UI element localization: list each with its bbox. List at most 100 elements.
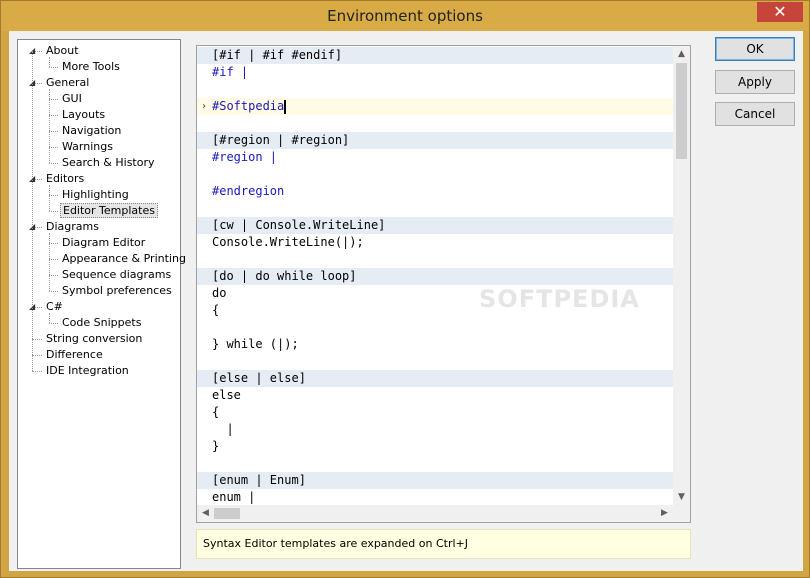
tree-item[interactable]: Symbol preferences [60,283,174,299]
tree-item[interactable]: Highlighting [60,187,131,203]
tree-item-label: Layouts [62,108,106,121]
tree-item[interactable]: IDE Integration [44,363,131,379]
code-line[interactable]: else [197,387,673,404]
tree-connector [49,211,58,212]
tree-item-label: IDE Integration [46,364,129,377]
environment-options-window: Environment options ✕ ◢ About More Tools ◢ G… [0,0,810,578]
code-line[interactable]: #if | [197,64,673,81]
code-line[interactable]: } while (|); [197,336,673,353]
vertical-scroll-thumb[interactable] [676,63,687,159]
code-line[interactable]: #region | [197,149,673,166]
ok-button[interactable]: OK [715,37,795,61]
code-text: [enum | Enum] [212,473,306,487]
template-header-line[interactable]: [cw | Console.WriteLine] [197,217,673,234]
tree-connector [49,163,58,164]
tree-expand-icon[interactable]: ◢ [29,43,38,59]
code-text: #if | [212,65,249,79]
tree-item-label: Navigation [62,124,122,137]
tree-item[interactable]: String conversion [44,331,144,347]
scroll-right-icon[interactable]: ▶ [656,505,673,522]
tree-expand-icon[interactable]: ◢ [29,75,38,91]
tree-item[interactable]: Editors [44,171,86,187]
tree-item[interactable]: Warnings [60,139,115,155]
tree-item-label: More Tools [62,60,120,73]
code-line[interactable]: { [197,404,673,421]
tree-item[interactable]: Navigation [60,123,123,139]
template-header-line[interactable]: [#if | #if #endif] [197,47,673,64]
tree-item-label: About [46,44,79,57]
tree-item-label: Appearance & Printing [62,252,186,265]
horizontal-scroll-thumb[interactable] [214,508,240,519]
template-header-line[interactable]: [else | else] [197,370,673,387]
tree-connector [32,371,42,372]
tree-item[interactable]: Code Snippets [60,315,143,331]
code-line[interactable] [197,251,673,268]
tree-item[interactable]: Appearance & Printing [60,251,188,267]
tree-item[interactable]: C# [44,299,65,315]
tree-expand-icon[interactable]: ◢ [29,299,38,315]
code-text: Console.WriteLine(|); [212,235,364,249]
tree-item-label: Diagram Editor [62,236,146,249]
tree-item[interactable]: Search & History [60,155,157,171]
code-line[interactable] [197,200,673,217]
tree-expand-icon[interactable]: ◢ [29,171,38,187]
apply-button[interactable]: Apply [715,70,795,94]
code-text: [cw | Console.WriteLine] [212,218,386,232]
tree-item-label: Editors [46,172,85,185]
scroll-left-icon[interactable]: ◀ [197,505,214,522]
tree-item[interactable]: Sequence diagrams [60,267,173,283]
template-editor[interactable]: [#if | #if #endif] #if | #Softpedia › [#regi… [196,45,691,523]
scroll-corner [673,505,690,522]
scroll-up-icon[interactable]: ▲ [673,46,690,63]
code-text: | [212,422,234,436]
cancel-button[interactable]: Cancel [715,102,795,126]
tree-item-label: Editor Templates [60,203,158,218]
code-text: #region | [212,150,278,164]
template-header-line[interactable]: [enum | Enum] [197,472,673,489]
code-line[interactable] [197,81,673,98]
close-button[interactable]: ✕ [757,2,803,22]
tree-item[interactable]: Diagrams [44,219,101,235]
options-tree[interactable]: ◢ About More Tools ◢ General GUI Layouts Naviga… [17,39,186,569]
title-bar[interactable]: Environment options ✕ [1,1,809,31]
code-text: { [212,405,220,419]
code-line[interactable]: enum | [197,489,673,506]
tree-item[interactable]: Diagram Editor [60,235,147,251]
code-text: } while (|); [212,337,299,351]
code-line[interactable]: #endregion [197,183,673,200]
code-line[interactable]: #Softpedia › [197,98,673,115]
tree-root-connector [32,51,33,371]
tree-group-connector [49,185,50,211]
status-hint: Syntax Editor templates are expanded on … [196,529,691,559]
scroll-down-icon[interactable]: ▼ [673,489,690,506]
tree-item[interactable]: Editor Templates [60,203,158,219]
code-text: } [212,439,220,453]
tree-item[interactable]: General [44,75,91,91]
code-line[interactable]: | [197,421,673,438]
vertical-scrollbar[interactable]: ▲ ▼ [673,46,690,506]
tree-item[interactable]: GUI [60,91,84,107]
tree-item[interactable]: Layouts [60,107,107,123]
code-line[interactable]: Console.WriteLine(|); [197,234,673,251]
tree-item[interactable]: Difference [44,347,105,363]
tree-item[interactable]: More Tools [60,59,122,75]
tree-connector [49,291,58,292]
code-line[interactable]: } [197,438,673,455]
tree-expand-icon[interactable]: ◢ [29,219,38,235]
tree-item-label: Highlighting [62,188,129,201]
code-line[interactable] [197,166,673,183]
code-text: [else | else] [212,371,306,385]
template-header-line[interactable]: [#region | #region] [197,132,673,149]
tree-item-label: Search & History [62,156,155,169]
tree-item-label: General [46,76,90,89]
code-area[interactable]: [#if | #if #endif] #if | #Softpedia › [#regi… [197,46,673,506]
horizontal-scrollbar[interactable]: ◀ ▶ [197,505,673,522]
tree-item-label: Symbol preferences [62,284,172,297]
template-header-line[interactable]: [do | do while loop] [197,268,673,285]
code-line[interactable] [197,353,673,370]
code-text: [#region | #region] [212,133,350,147]
code-line[interactable] [197,319,673,336]
code-line[interactable] [197,455,673,472]
code-text: #Softpedia [212,99,285,113]
code-line[interactable] [197,115,673,132]
